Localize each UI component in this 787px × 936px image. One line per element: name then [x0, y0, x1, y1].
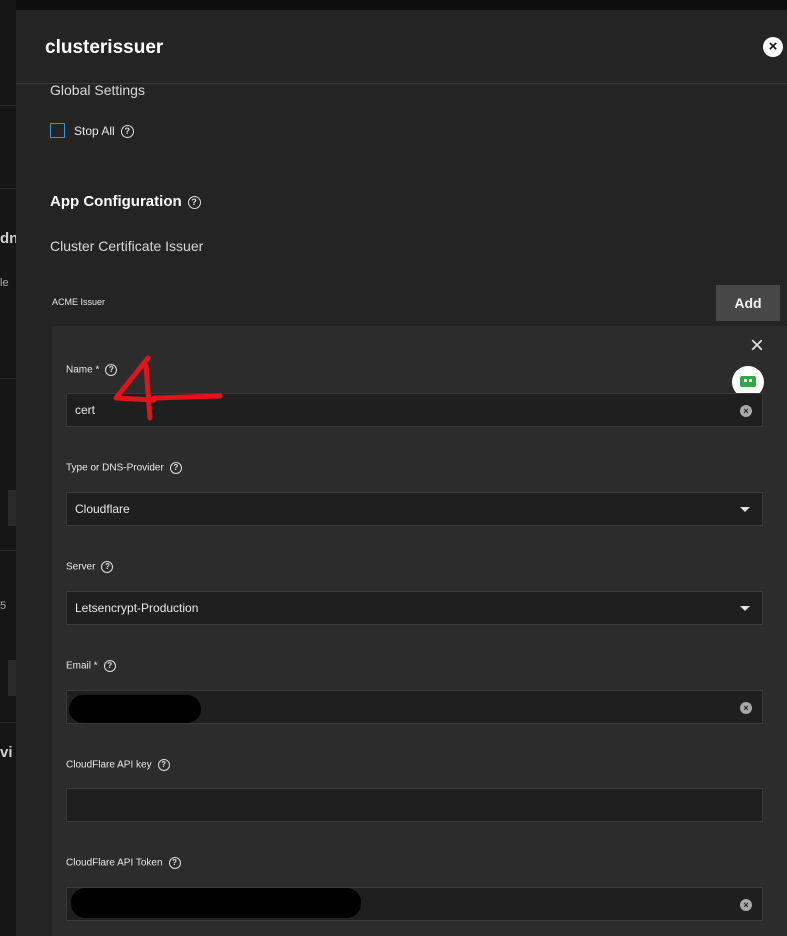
app-configuration-text: App Configuration: [50, 193, 182, 210]
cluster-certificate-issuer-label: Cluster Certificate Issuer: [50, 238, 204, 254]
type-select-value: Cloudflare: [75, 502, 130, 516]
stop-all-checkbox[interactable]: [50, 123, 65, 138]
background-text-fragment: vi: [0, 744, 13, 761]
help-icon[interactable]: ?: [187, 195, 201, 209]
stop-all-text: Stop All: [74, 124, 115, 138]
api-token-input[interactable]: ×: [66, 887, 763, 921]
app-configuration-title: App Configuration?: [50, 193, 201, 210]
help-icon[interactable]: ?: [169, 462, 182, 474]
name-label-text: Name *: [66, 364, 100, 376]
red-arrow-annotation: [113, 355, 223, 421]
install-app-panel: clusterissuer × Global Settings Stop All…: [16, 10, 787, 936]
background-top-bar: [0, 0, 787, 10]
background-divider: [0, 188, 16, 189]
clear-icon[interactable]: ×: [740, 702, 752, 714]
background-divider: [0, 105, 16, 106]
email-label: Email *?: [66, 660, 116, 672]
help-icon[interactable]: ?: [103, 660, 116, 672]
add-acme-issuer-button[interactable]: Add: [716, 285, 780, 321]
clear-icon[interactable]: ×: [740, 405, 752, 417]
background-text-fragment: 5: [0, 600, 7, 612]
type-label-text: Type or DNS-Provider: [66, 462, 164, 474]
panel-title: clusterissuer: [45, 37, 164, 58]
close-panel-icon[interactable]: ×: [763, 37, 783, 57]
server-select[interactable]: Letsencrypt-Production: [66, 591, 763, 625]
stop-all-label: Stop All?: [74, 124, 134, 139]
robot-face: [740, 376, 756, 387]
robot-eye: [749, 379, 752, 382]
server-label: Server?: [66, 561, 114, 573]
background-divider: [0, 722, 16, 723]
background-page-edge: [0, 0, 16, 936]
email-label-text: Email *: [66, 660, 98, 672]
api-key-label-text: CloudFlare API key: [66, 759, 152, 771]
clear-icon[interactable]: ×: [740, 899, 752, 911]
help-icon[interactable]: ?: [120, 125, 134, 139]
email-input[interactable]: ×: [66, 690, 763, 724]
server-select-value: Letsencrypt-Production: [75, 601, 199, 615]
api-key-label: CloudFlare API key?: [66, 759, 170, 771]
robot-eye: [744, 379, 747, 382]
api-token-label: CloudFlare API Token?: [66, 857, 181, 869]
type-select[interactable]: Cloudflare: [66, 492, 763, 526]
background-button: [8, 490, 16, 526]
remove-item-icon[interactable]: ×: [750, 334, 764, 358]
help-icon[interactable]: ?: [168, 857, 181, 869]
name-input-value: cert: [75, 403, 96, 417]
chevron-down-icon: [740, 507, 750, 512]
api-token-label-text: CloudFlare API Token: [66, 857, 163, 869]
redaction-mark: [71, 888, 361, 918]
redaction-mark: [69, 695, 201, 723]
background-divider: [0, 550, 16, 551]
acme-issuer-label: ACME Issuer: [52, 297, 106, 307]
background-text-fragment: le: [0, 277, 9, 289]
background-divider: [0, 378, 16, 379]
type-label: Type or DNS-Provider?: [66, 462, 182, 474]
help-icon[interactable]: ?: [101, 561, 114, 573]
background-button: [8, 660, 16, 696]
help-icon[interactable]: ?: [157, 759, 170, 771]
server-label-text: Server: [66, 561, 96, 573]
global-settings-label: Global Settings: [50, 82, 145, 98]
panel-header: clusterissuer ×: [16, 10, 787, 84]
chevron-down-icon: [740, 606, 750, 611]
api-key-input[interactable]: [66, 788, 763, 822]
